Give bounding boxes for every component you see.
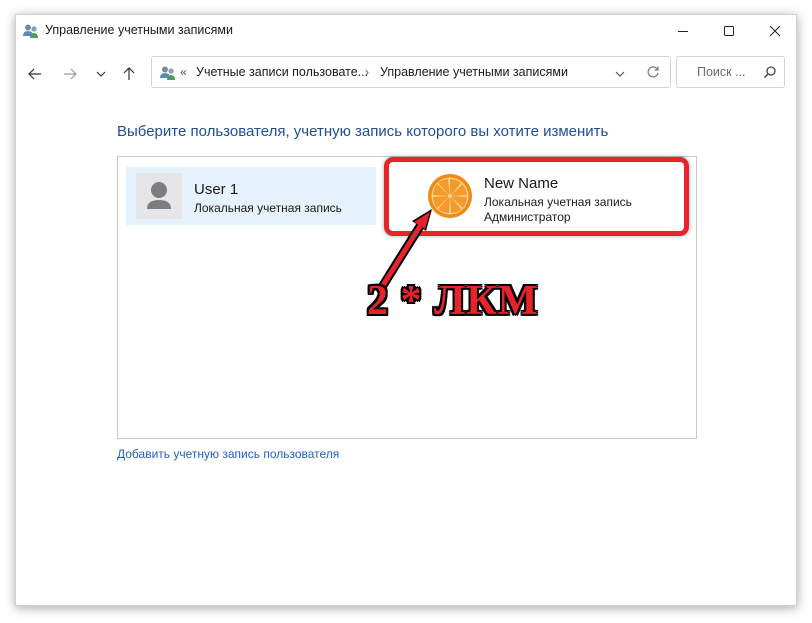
minimize-button[interactable] (660, 15, 706, 47)
title-bar: Управление учетными записями (16, 15, 796, 47)
breadcrumb-user-accounts[interactable]: Учетные записи пользовате... (196, 65, 368, 79)
back-button[interactable] (24, 63, 46, 85)
address-bar[interactable]: « Учетные записи пользовате... › Управле… (151, 56, 671, 88)
chevron-down-icon (615, 71, 625, 77)
forward-button[interactable] (59, 63, 81, 85)
search-icon[interactable] (763, 65, 777, 84)
close-icon (769, 25, 781, 37)
window-title: Управление учетными записями (45, 23, 233, 37)
navigation-bar: « Учетные записи пользовате... › Управле… (16, 53, 796, 95)
add-user-account-link[interactable]: Добавить учетную запись пользователя (117, 447, 339, 461)
arrow-up-icon (123, 67, 135, 80)
refresh-icon (647, 66, 659, 78)
search-placeholder: Поиск ... (697, 65, 746, 79)
breadcrumb-overflow[interactable]: « (180, 65, 187, 79)
chevron-down-icon (96, 71, 106, 77)
refresh-button[interactable] (646, 65, 660, 84)
maximize-button[interactable] (706, 15, 752, 47)
default-user-icon (136, 173, 182, 219)
annotation-label: 2 * ЛКМ (367, 278, 539, 324)
user-account-type: Локальная учетная запись (194, 201, 342, 215)
address-dropdown-button[interactable] (614, 67, 626, 85)
breadcrumb-separator: › (365, 65, 369, 79)
page-heading: Выберите пользователя, учетную запись ко… (117, 123, 609, 140)
user-name: User 1 (194, 181, 239, 198)
users-icon (22, 23, 40, 39)
arrow-right-icon (64, 68, 77, 80)
maximize-icon (724, 26, 734, 36)
minimize-icon (678, 31, 688, 32)
search-box[interactable]: Поиск ... (676, 56, 785, 88)
breadcrumb-manage-accounts[interactable]: Управление учетными записями (380, 65, 568, 79)
user-tile-user1[interactable]: User 1 Локальная учетная запись (126, 167, 376, 225)
close-button[interactable] (752, 15, 796, 47)
users-icon (159, 65, 177, 81)
arrow-left-icon (28, 68, 41, 80)
up-button[interactable] (118, 63, 140, 85)
recent-locations-button[interactable] (90, 63, 112, 85)
